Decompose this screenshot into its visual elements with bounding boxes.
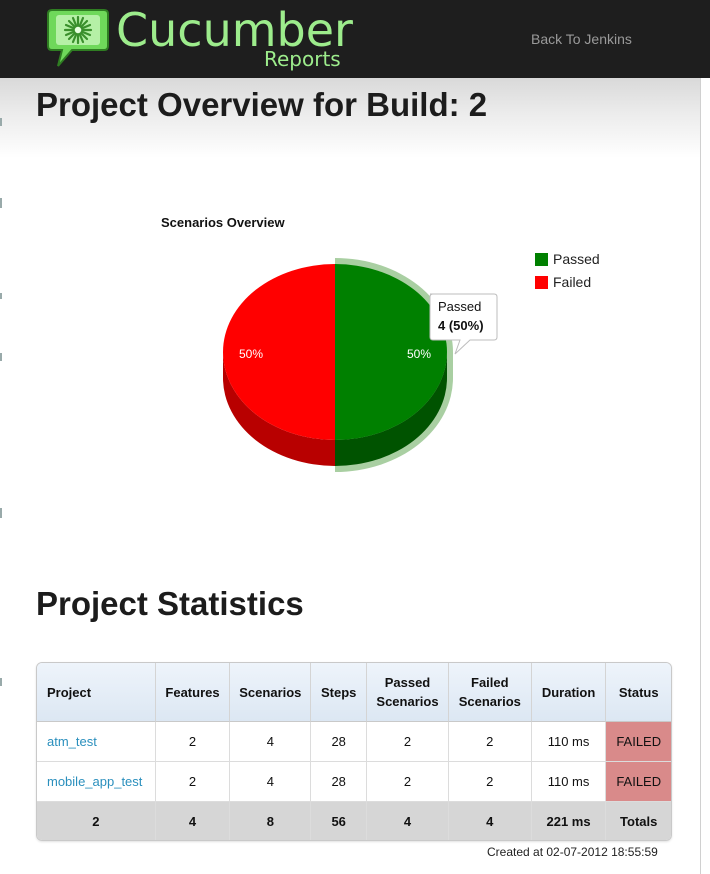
- back-to-jenkins-link[interactable]: Back To Jenkins: [531, 31, 632, 47]
- totals-duration-cell: 221 ms: [531, 802, 607, 840]
- column-header-steps[interactable]: Steps: [311, 663, 368, 722]
- project-cell: mobile_app_test: [37, 762, 156, 802]
- page-title: Project Overview for Build: 2: [36, 86, 488, 123]
- table-header-row: Project Features Scenarios Steps Passed …: [37, 663, 671, 722]
- project-statistics-table: Project Features Scenarios Steps Passed …: [36, 662, 672, 841]
- passed-slice-percent-label: 50%: [407, 347, 431, 361]
- totals-label-cell: Totals: [606, 802, 671, 840]
- steps-cell: 28: [311, 722, 368, 762]
- totals-projects-cell: 2: [37, 802, 156, 840]
- created-timestamp: Created at 02-07-2012 18:55:59: [487, 845, 658, 859]
- totals-row: 2 4 8 56 4 4 221 ms Totals: [37, 802, 671, 840]
- passed-scenarios-cell: 2: [367, 722, 449, 762]
- features-cell: 2: [155, 722, 231, 762]
- project-link-atm-test[interactable]: atm_test: [47, 734, 97, 749]
- failed-slice-percent-label: 50%: [239, 347, 263, 361]
- table-row: atm_test 2 4 28 2 2 110 ms FAILED: [37, 722, 671, 762]
- column-header-status[interactable]: Status: [606, 663, 671, 722]
- table-row: mobile_app_test 2 4 28 2 2 110 ms FAILED: [37, 762, 671, 802]
- legend-swatch-passed: [535, 253, 548, 266]
- column-header-scenarios[interactable]: Scenarios: [230, 663, 312, 722]
- legend-label-passed[interactable]: Passed: [553, 251, 600, 267]
- failed-scenarios-cell: 2: [448, 762, 532, 802]
- project-statistics-heading: Project Statistics: [36, 585, 304, 622]
- scenarios-cell: 4: [230, 762, 312, 802]
- status-badge: FAILED: [606, 722, 671, 762]
- scenarios-cell: 4: [230, 722, 312, 762]
- logo-subtitle: Reports: [264, 47, 341, 71]
- totals-features-cell: 4: [155, 802, 231, 840]
- duration-cell: 110 ms: [531, 722, 607, 762]
- header-bar: Cucumber Reports Back To Jenkins: [0, 0, 710, 78]
- project-cell: atm_test: [37, 722, 156, 762]
- passed-scenarios-cell: 2: [367, 762, 449, 802]
- duration-cell: 110 ms: [531, 762, 607, 802]
- column-header-duration[interactable]: Duration: [531, 663, 607, 722]
- page-right-edge: [700, 78, 710, 874]
- chart-title: Scenarios Overview: [161, 215, 285, 230]
- status-badge: FAILED: [606, 762, 671, 802]
- chart-legend: Passed Failed: [535, 251, 600, 290]
- totals-failed-cell: 4: [448, 802, 532, 840]
- column-header-project[interactable]: Project: [37, 663, 156, 722]
- project-link-mobile-app-test[interactable]: mobile_app_test: [47, 774, 142, 789]
- features-cell: 2: [155, 762, 231, 802]
- legend-swatch-failed: [535, 276, 548, 289]
- totals-steps-cell: 56: [311, 802, 368, 840]
- scenarios-overview-chart: Scenarios Overview 50% 50% Passed Failed…: [161, 215, 600, 472]
- tooltip-label: Passed: [438, 299, 481, 314]
- steps-cell: 28: [311, 762, 368, 802]
- totals-scenarios-cell: 8: [230, 802, 312, 840]
- cucumber-logo-icon: [47, 9, 109, 67]
- column-header-features[interactable]: Features: [155, 663, 231, 722]
- cucumber-reports-logo[interactable]: Cucumber Reports: [46, 3, 366, 72]
- column-header-failed-scenarios[interactable]: Failed Scenarios: [448, 663, 532, 722]
- failed-scenarios-cell: 2: [448, 722, 532, 762]
- totals-passed-cell: 4: [367, 802, 449, 840]
- tooltip-value: 4 (50%): [438, 318, 484, 333]
- legend-label-failed[interactable]: Failed: [553, 274, 591, 290]
- column-header-passed-scenarios[interactable]: Passed Scenarios: [367, 663, 449, 722]
